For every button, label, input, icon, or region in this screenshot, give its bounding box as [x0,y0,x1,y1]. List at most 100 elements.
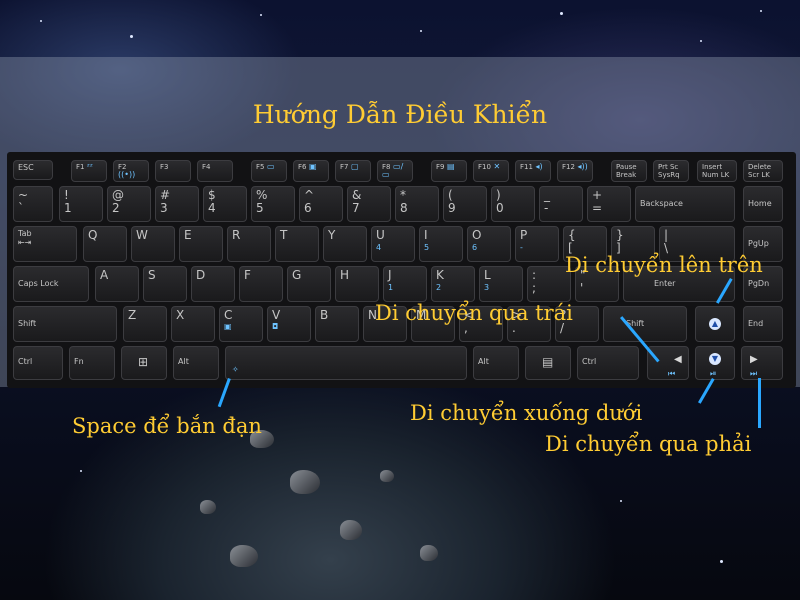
key-label: 9 [448,201,456,215]
key-f5[interactable]: F5 ▭ [251,160,287,182]
asteroid [420,545,438,561]
key-f8[interactable]: F8 ▭/▭ [377,160,413,182]
key-f12[interactable]: F12 ◂)) [557,160,593,182]
key-3[interactable]: #3 [155,186,199,222]
key-j[interactable]: J1 [383,266,427,302]
key-delete[interactable]: Delete Scr LK [743,160,783,182]
sleep-icon: ✧ [232,365,239,374]
key-f3[interactable]: F3 [155,160,191,182]
key-5[interactable]: % 5 [251,186,295,222]
key-shift[interactable]: Shift [13,306,117,342]
key-6[interactable]: ^ 6 [299,186,343,222]
star [560,12,563,15]
camera-icon: ◘ [272,322,279,331]
key-f2[interactable]: F2 ((•)) [113,160,149,182]
key-label: Backspace [640,199,683,208]
key-rctrl[interactable]: Ctrl [577,346,639,380]
key-f9[interactable]: F9 ▤ [431,160,467,182]
key-4[interactable]: $4 [203,186,247,222]
key-b[interactable]: B [315,306,359,342]
key-f[interactable]: F [239,266,283,302]
key-esc[interactable]: ESC [13,160,53,180]
key-tilde[interactable]: ~ ` [13,186,53,222]
key-label: ESC [18,163,34,172]
key-arrow-left[interactable]: ◀ ⏮ [647,346,689,380]
key-fn[interactable]: Fn [69,346,115,380]
key-z[interactable]: Z [123,306,167,342]
key-arrow-up[interactable]: ▲ [695,306,735,342]
key-label: Shift [18,319,37,328]
key-t[interactable]: T [275,226,319,262]
key-insert[interactable]: Insert Num LK [697,160,737,182]
key-c[interactable]: C ▣ [219,306,263,342]
key-tab[interactable]: Tab ⇤⇥ [13,226,77,262]
key-label: Pause [616,163,637,171]
key-f1[interactable]: F1 ᶻᶻ [71,160,107,182]
key-alt[interactable]: Alt [173,346,219,380]
key-f4[interactable]: F4 [197,160,233,182]
key-space[interactable]: ✧ [225,346,467,380]
key-d[interactable]: D [191,266,235,302]
key-8[interactable]: * 8 [395,186,439,222]
key-label: L [484,268,491,282]
key-ralt[interactable]: Alt [473,346,519,380]
key-label: PgDn [748,279,770,288]
key-menu[interactable]: ▤ [525,346,571,380]
key-arrow-down[interactable]: ▼ ⏯ [695,346,735,380]
key-w[interactable]: W [131,226,175,262]
key-1[interactable]: ! 1 [59,186,103,222]
key-0[interactable]: ) 0 [491,186,535,222]
key-prtsc[interactable]: Prt Sc SysRq [653,160,689,182]
key-r[interactable]: R [227,226,271,262]
key-l[interactable]: L3 [479,266,523,302]
key-ctrl[interactable]: Ctrl [13,346,63,380]
key-label: : [532,268,537,282]
key-label: SysRq [658,171,680,179]
key-label: C [224,308,233,322]
key-pause[interactable]: Pause Break [611,160,647,182]
key-o[interactable]: O6 [467,226,511,262]
key-v[interactable]: V ◘ [267,306,311,342]
key-f11[interactable]: F11 ◂) [515,160,551,182]
key-label: I [424,228,428,242]
key-e[interactable]: E [179,226,223,262]
key-9[interactable]: (9 [443,186,487,222]
play-pause-icon: ⏯ [710,369,717,378]
key-p[interactable]: P- [515,226,559,262]
key-label: A [100,268,109,282]
key-f10[interactable]: F10 ✕ [473,160,509,182]
key-minus[interactable]: _ - [539,186,583,222]
key-x[interactable]: X [171,306,215,342]
key-k[interactable]: K2 [431,266,475,302]
key-g[interactable]: G [287,266,331,302]
key-i[interactable]: I5 [419,226,463,262]
key-home[interactable]: Home [743,186,783,222]
key-windows[interactable]: ⊞ [121,346,167,380]
key-label: H [340,268,350,282]
key-f7[interactable]: F7 ▢ [335,160,371,182]
numpad-label: 5 [424,243,430,252]
key-backspace[interactable]: Backspace [635,186,735,222]
key-y[interactable]: Y [323,226,367,262]
key-f6[interactable]: F6 ▣ [293,160,329,182]
key-s[interactable]: S [143,266,187,302]
key-2[interactable]: @2 [107,186,151,222]
key-q[interactable]: Q [83,226,127,262]
key-label: Prt Sc [658,163,679,171]
key-capslock[interactable]: Caps Lock [13,266,89,302]
key-label: } [616,228,624,242]
key-rshift[interactable]: Shift [603,306,687,342]
key-h[interactable]: H [335,266,379,302]
key-plus[interactable]: + = [587,186,631,222]
key-label: R [232,228,241,242]
key-label: Enter [654,279,676,288]
key-u[interactable]: U4 [371,226,415,262]
key-arrow-right[interactable]: ▶ ⏭ [741,346,783,380]
numpad-label: 2 [436,283,442,292]
label-space-shoot: Space để bắn đạn [72,414,262,438]
key-7[interactable]: & 7 [347,186,391,222]
wireless-icon: ((•)) [118,170,136,179]
key-end[interactable]: End [743,306,783,342]
key-a[interactable]: A [95,266,139,302]
key-label: Tab [18,229,32,238]
